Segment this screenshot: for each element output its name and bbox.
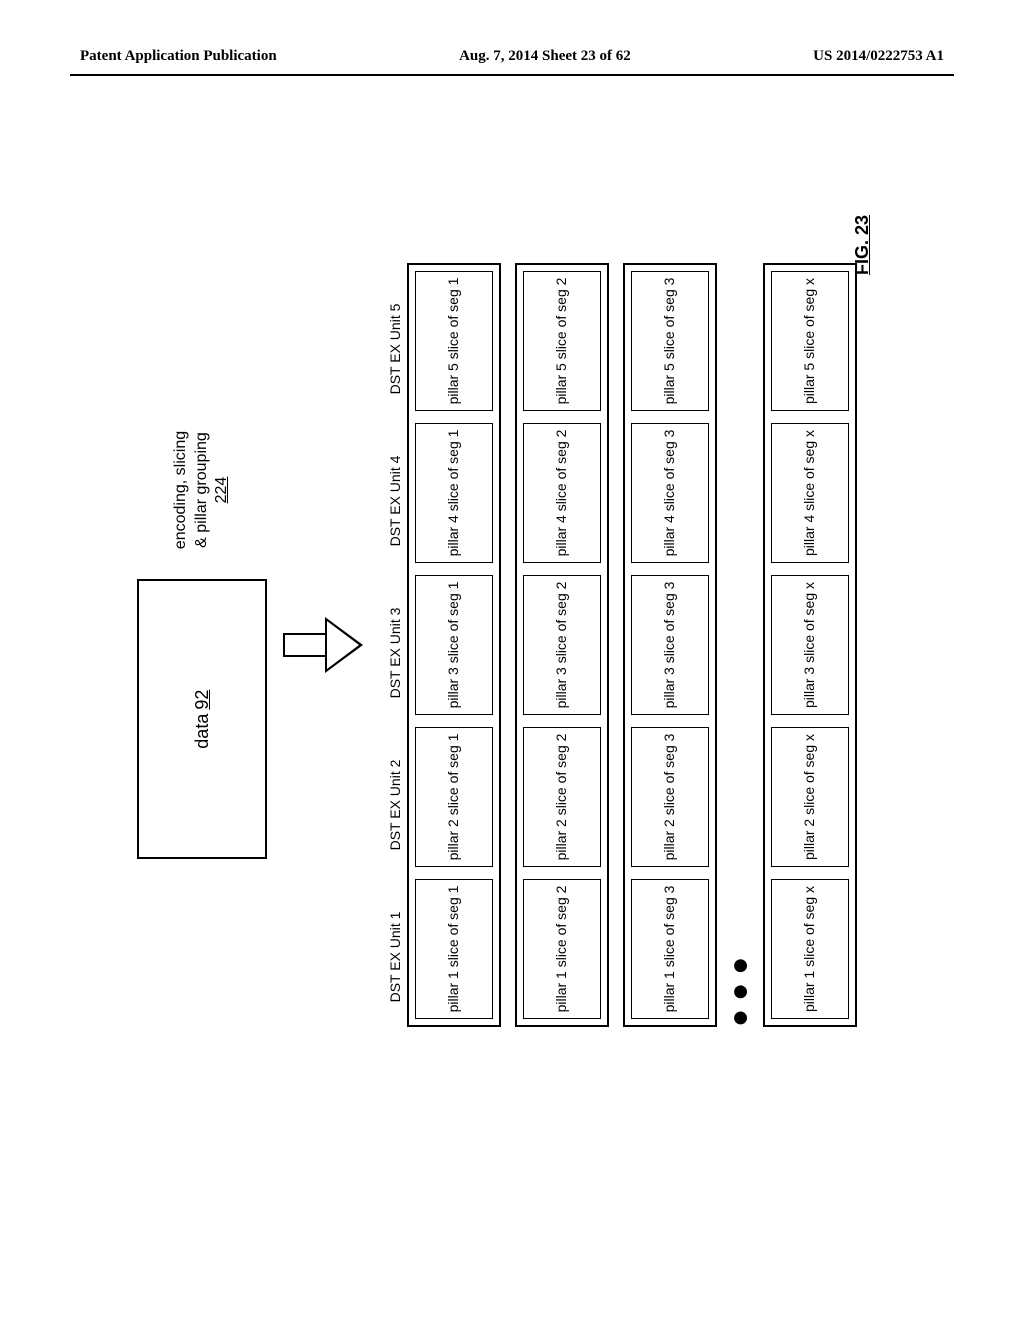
col-header: DST EX Unit 3 <box>387 583 403 723</box>
slice-cell: pillar 1 slice of seg 2 <box>523 879 601 1019</box>
process-line1: encoding, slicing <box>171 431 192 549</box>
column-headers: DST EX Unit 1 DST EX Unit 2 DST EX Unit … <box>387 263 403 1027</box>
slice-cell: pillar 5 slice of seg x <box>771 271 849 411</box>
slice-cell: pillar 3 slice of seg x <box>771 575 849 715</box>
col-header: DST EX Unit 5 <box>387 279 403 419</box>
header-rule <box>70 74 954 76</box>
slice-cell: pillar 2 slice of seg 2 <box>523 727 601 867</box>
data-box: data 92 <box>137 579 267 859</box>
slice-cell: pillar 5 slice of seg 3 <box>631 271 709 411</box>
figure-area: data 92 encoding, slicing & pillar group… <box>137 195 887 1095</box>
slice-cell: pillar 4 slice of seg 1 <box>415 423 493 563</box>
slice-cell: pillar 2 slice of seg x <box>771 727 849 867</box>
slice-cell: pillar 1 slice of seg 3 <box>631 879 709 1019</box>
slice-cell: pillar 5 slice of seg 1 <box>415 271 493 411</box>
input-row: data 92 encoding, slicing & pillar group… <box>137 431 267 859</box>
seg-row: pillar 1 slice of seg 3 pillar 2 slice o… <box>623 263 717 1027</box>
page-header: Patent Application Publication Aug. 7, 2… <box>0 48 1024 65</box>
seg-row: pillar 1 slice of seg 1 pillar 2 slice o… <box>407 263 501 1027</box>
rotated-diagram: data 92 encoding, slicing & pillar group… <box>137 195 887 1095</box>
seg-row: pillar 1 slice of seg 2 pillar 2 slice o… <box>515 263 609 1027</box>
process-label: encoding, slicing & pillar grouping 224 <box>171 431 233 549</box>
header-right: US 2014/0222753 A1 <box>813 48 944 65</box>
col-header: DST EX Unit 2 <box>387 735 403 875</box>
slice-cell: pillar 2 slice of seg 1 <box>415 727 493 867</box>
figure-label: FIG. 23 <box>852 215 873 275</box>
header-left: Patent Application Publication <box>80 48 277 65</box>
data-num: 92 <box>192 690 213 710</box>
slice-cell: pillar 2 slice of seg 3 <box>631 727 709 867</box>
slice-cell: pillar 3 slice of seg 2 <box>523 575 601 715</box>
process-line2: & pillar grouping <box>192 431 213 549</box>
ellipsis-icon: ●●● <box>731 263 749 1027</box>
slice-cell: pillar 4 slice of seg x <box>771 423 849 563</box>
slice-cell: pillar 1 slice of seg x <box>771 879 849 1019</box>
slice-table: DST EX Unit 1 DST EX Unit 2 DST EX Unit … <box>387 263 871 1027</box>
slice-cell: pillar 4 slice of seg 2 <box>523 423 601 563</box>
slice-cell: pillar 1 slice of seg 1 <box>415 879 493 1019</box>
down-arrow-icon <box>285 617 363 673</box>
header-center: Aug. 7, 2014 Sheet 23 of 62 <box>459 48 631 65</box>
process-num: 224 <box>212 431 233 549</box>
slice-cell: pillar 3 slice of seg 3 <box>631 575 709 715</box>
slice-cell: pillar 4 slice of seg 3 <box>631 423 709 563</box>
data-label: data <box>192 714 213 749</box>
seg-row: pillar 1 slice of seg x pillar 2 slice o… <box>763 263 857 1027</box>
slice-cell: pillar 3 slice of seg 1 <box>415 575 493 715</box>
slice-cell: pillar 5 slice of seg 2 <box>523 271 601 411</box>
col-header: DST EX Unit 1 <box>387 887 403 1027</box>
col-header: DST EX Unit 4 <box>387 431 403 571</box>
